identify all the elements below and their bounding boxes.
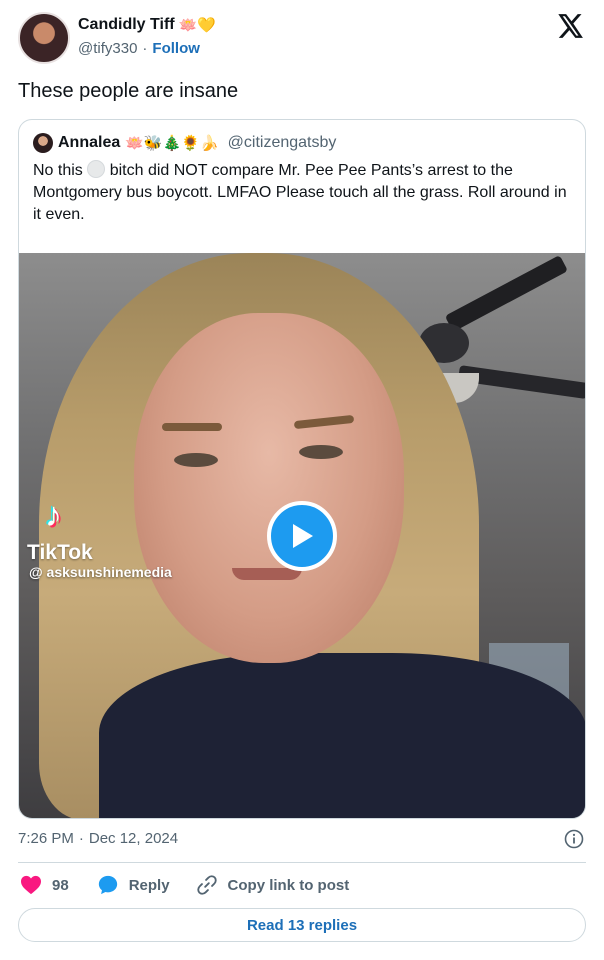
copy-link-button[interactable]: Copy link to post [196, 874, 350, 896]
x-logo-icon[interactable] [558, 14, 584, 38]
play-button[interactable] [267, 501, 337, 571]
read-replies-button[interactable]: Read 13 replies [18, 908, 586, 942]
right-eye [299, 445, 343, 459]
author-name-row: Candidly Tiff 🪷💛 [78, 16, 216, 34]
quoted-author-avatar [33, 133, 53, 153]
handle-separator: · [142, 40, 148, 57]
quoted-author-handle: @citizengatsby [227, 134, 337, 151]
heart-icon [21, 875, 41, 895]
video-thumbnail[interactable]: ♪ TikTok @ asksunshinemedia [19, 253, 585, 818]
author-handle[interactable]: @tify330 [78, 40, 137, 57]
quoted-tweet-text: No this bitch did NOT compare Mr. Pee Pe… [33, 160, 573, 226]
tweet-time: 7:26 PM [18, 830, 74, 847]
like-count: 98 [52, 876, 69, 894]
author-handle-row: @tify330 · Follow [78, 40, 200, 57]
like-button[interactable]: 98 [20, 875, 69, 895]
tiktok-logo-icon: ♪ [45, 496, 62, 534]
tiktok-username: @ asksunshinemedia [29, 564, 172, 580]
author-name-emoji: 🪷💛 [178, 16, 216, 34]
author-display-name[interactable]: Candidly Tiff [78, 16, 175, 34]
link-icon [196, 875, 217, 895]
time-separator: · [78, 830, 84, 847]
left-eye [174, 453, 218, 467]
follow-link[interactable]: Follow [152, 40, 200, 57]
quoted-text-part1: No this [33, 162, 83, 179]
reply-button[interactable]: Reply [97, 874, 170, 896]
tweet-card: Candidly Tiff 🪷💛 @tify330 · Follow These… [0, 0, 604, 960]
info-icon[interactable] [564, 829, 584, 849]
person-face [134, 313, 404, 663]
reply-bubble-icon [98, 875, 117, 895]
divider [18, 862, 586, 863]
left-eyebrow [162, 423, 222, 431]
quoted-tweet[interactable]: Annalea 🪷🐝🎄🌻🍌 @citizengatsby No this bit… [18, 119, 586, 819]
reply-label: Reply [128, 876, 170, 894]
copy-link-label: Copy link to post [227, 876, 350, 894]
quoted-tweet-header: Annalea 🪷🐝🎄🌻🍌 @citizengatsby [33, 133, 336, 153]
action-bar: 98 Reply Copy link to post [20, 874, 349, 896]
tweet-text: These people are insane [18, 80, 239, 102]
right-eyebrow [293, 414, 355, 430]
tweet-timestamp[interactable]: 7:26 PM · Dec 12, 2024 [18, 830, 178, 847]
tweet-date: Dec 12, 2024 [88, 830, 179, 847]
person-shirt [99, 653, 585, 818]
white-circle-emoji-icon [87, 160, 106, 178]
quoted-text-part2: bitch did NOT compare Mr. Pee Pee Pants’… [33, 162, 567, 223]
quoted-author-emoji: 🪷🐝🎄🌻🍌 [125, 134, 219, 152]
tiktok-watermark: TikTok [27, 541, 93, 564]
play-icon [293, 524, 313, 548]
quoted-author-name: Annalea [58, 134, 121, 151]
ceiling-fan-blade [444, 255, 569, 332]
author-avatar[interactable] [18, 12, 70, 64]
mouth [232, 568, 302, 580]
